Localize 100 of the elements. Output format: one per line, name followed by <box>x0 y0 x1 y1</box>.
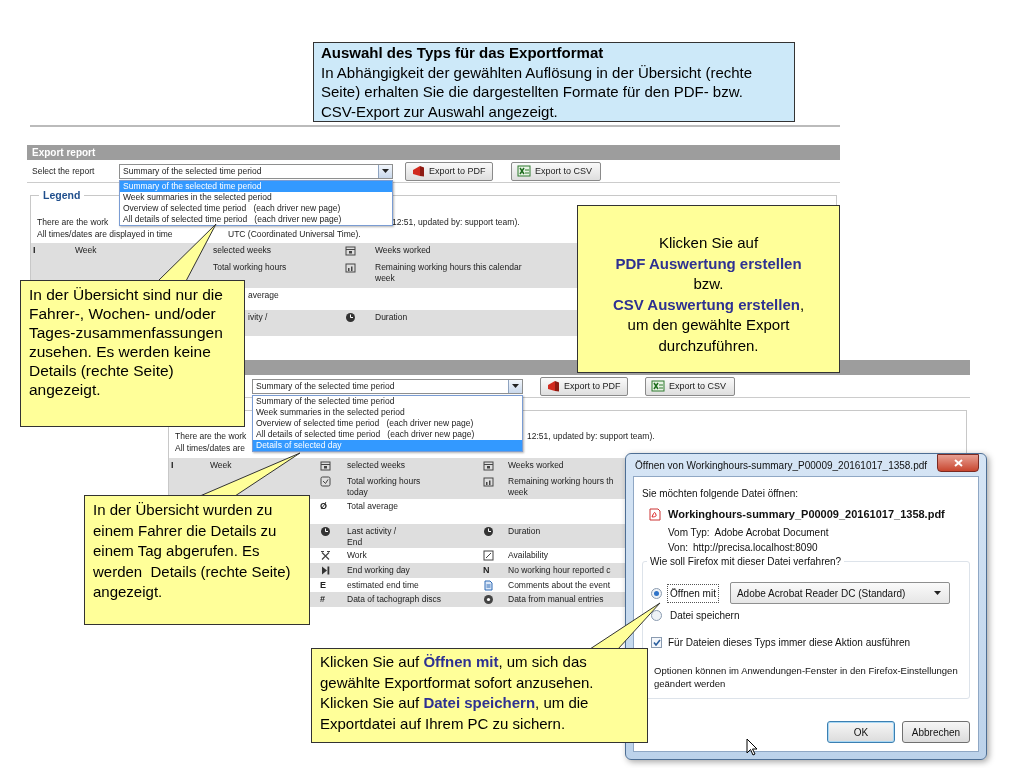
legend-label: Total working hours <box>213 262 287 272</box>
legend-label: Remaining working hours th week <box>508 476 614 497</box>
calendar-icon <box>320 460 331 471</box>
legend-label: Comments about the event <box>508 580 611 590</box>
bar-chart-icon <box>345 262 356 273</box>
callout-text: Klicken Sie auf PDF Auswertung erstellen bzw. CSV Auswertung erstellen, um den gewählte Export durchzuführen. <box>611 233 806 356</box>
callout-text: Klicken Sie auf Öffnen mit, um sich das gewählte Exportformat sofort anzusehen. Klicken Sie auf Datei speichern, um die Exportdatei auf Ihrem PC zu sichern. <box>320 652 595 734</box>
export-button[interactable]: Export to CSV <box>645 376 735 396</box>
crossed-tools-icon <box>320 550 331 561</box>
dropdown-option[interactable]: All details of selected time period (each driver new page) <box>120 214 392 225</box>
legend-label: Week <box>210 460 232 470</box>
info-text: UTC (Coordinated Universal Time). <box>228 229 361 239</box>
export-button[interactable]: Export to PDF <box>540 376 628 396</box>
checkbox-label[interactable]: Für Dateien dieses Typs immer diese Aktion ausführen <box>668 635 911 649</box>
skip-end-icon <box>320 565 331 576</box>
dropdown-option[interactable]: Week summaries in the selected period <box>120 192 392 203</box>
dropdown-arrow-icon <box>512 384 519 388</box>
dropdown-option[interactable]: Week summaries in the selected period <box>253 407 522 418</box>
document-icon <box>483 580 494 591</box>
checked-box-icon <box>320 476 331 487</box>
clock-icon <box>320 526 331 537</box>
legend-label: Data from manual entries <box>508 594 604 604</box>
note-text: In Abhängigkeit der gewählten Auflösung in der Übersicht (rechte Seite) erhalten Sie die dargestellten Formate für den PDF- bzw. CSV-Export zur Auswahl angezeigt. <box>321 62 754 121</box>
report-select[interactable]: Summary of the selected time period <box>252 378 523 394</box>
legend-symbol: I <box>171 460 174 471</box>
info-text: 12:51, updated by: support team). <box>527 431 655 441</box>
clock-icon <box>483 526 494 537</box>
hint-text: Optionen können im Anwendungen-Fenster in den Firefox-Einstellungen geändert werden <box>654 664 959 690</box>
dropdown-option[interactable]: Overview of selected time period (each driver new page) <box>253 418 522 429</box>
legend-label: Duration <box>508 526 541 536</box>
legend-symbol: E <box>320 580 326 591</box>
legend-symbol: # <box>320 594 325 605</box>
dropdown-option[interactable]: Summary of the selected time period <box>253 396 522 407</box>
note-title: Auswahl des Typs für das Exportformat <box>321 43 605 63</box>
export-button[interactable]: Export to PDF <box>405 161 493 181</box>
dropdown-option[interactable]: All details of selected time period (each driver new page) <box>253 429 522 440</box>
legend-label: Availability <box>508 550 548 560</box>
callout-text: In der Übersicht wurden zu einem Fahrer die Details zu einem Tag abgerufen. Es werden Details (rechte Seite) angezeigt. <box>93 500 292 602</box>
report-select[interactable]: Summary of the selected time period <box>119 163 393 179</box>
dropdown-option[interactable]: Overview of selected time period (each driver new page) <box>120 203 392 214</box>
radio-label[interactable]: Datei speichern <box>667 605 743 625</box>
field-value: http://precisa.localhost:8090 <box>693 541 818 554</box>
radio-label[interactable]: Öffnen mit <box>667 583 719 603</box>
bar-chart-icon <box>483 476 494 487</box>
application-select[interactable]: Adobe Acrobat Reader DC (Standard) <box>729 582 950 604</box>
legend-label: Total average <box>347 501 399 511</box>
pdf-icon <box>546 379 560 393</box>
spreadsheet-icon <box>651 379 665 393</box>
info-text: All times/dates are <box>175 443 245 453</box>
info-text: 12:51, updated by: support team). <box>392 217 520 227</box>
legend-label: Remaining working hours this calendar week <box>375 262 522 283</box>
legend-label: End working day <box>347 565 410 575</box>
legend-symbol: N <box>483 565 490 576</box>
field-label: Von: <box>668 541 689 554</box>
legend-label: Week <box>75 245 97 255</box>
pdf-file-icon <box>648 507 662 521</box>
legend-symbol: Ø <box>320 501 327 512</box>
info-text: All times/dates are displayed in time <box>37 229 173 239</box>
file-name: Workinghours-summary_P00009_20161017_1358.pdf <box>668 507 945 521</box>
dialog-title: Öffnen von Workinghours-summary_P00009_20161017_1358.pdf <box>635 458 928 472</box>
field-label: Select the report <box>32 165 95 176</box>
legend-label: No working hour reported c <box>508 565 611 575</box>
panel-title: Export report <box>32 147 96 158</box>
close-icon <box>953 459 963 467</box>
info-text: There are the work <box>37 217 109 227</box>
check-icon <box>652 638 661 646</box>
legend-label: Weeks worked <box>508 460 564 470</box>
dialog-prompt: Sie möchten folgende Datei öffnen: <box>642 487 800 500</box>
dropdown-arrow-icon <box>382 169 389 173</box>
dialog-button[interactable]: OK <box>827 721 895 743</box>
legend-label: Duration <box>375 312 408 322</box>
legend-label: estimated end time <box>347 580 419 590</box>
legend-label: Last activity / End <box>347 526 397 547</box>
radio-button[interactable] <box>651 587 662 599</box>
field-label: Vom Typ: <box>668 526 710 539</box>
legend-label: average <box>248 290 279 300</box>
field-value: Adobe Acrobat Document <box>714 526 829 539</box>
legend-label: selected weeks <box>213 245 272 255</box>
info-text: There are the work <box>175 431 247 441</box>
legend-label: Total working hours today <box>347 476 421 497</box>
group-title: Wie soll Firefox mit dieser Datei verfahren? <box>647 555 845 568</box>
spreadsheet-icon <box>517 164 531 178</box>
dialog-button[interactable]: Abbrechen <box>902 721 970 743</box>
export-button[interactable]: Export to CSV <box>511 161 601 181</box>
legend-label: Work <box>347 550 367 560</box>
legend-label: selected weeks <box>347 460 406 470</box>
legend-title: Legend <box>42 190 82 201</box>
clock-icon <box>345 312 356 323</box>
legend-label: Weeks worked <box>375 245 431 255</box>
dropdown-arrow-icon <box>933 591 941 595</box>
calendar-icon <box>483 460 494 471</box>
slashed-box-icon <box>483 550 494 561</box>
close-button[interactable] <box>937 454 979 472</box>
callout-text: In der Übersicht sind nur die Fahrer-, Wochen- und/oder Tages-zusammenfassungen zusehen. Es werden keine Details (rechte Seite) angezeigt. <box>29 285 224 399</box>
legend-symbol: I <box>33 245 36 256</box>
checkbox[interactable] <box>651 636 662 648</box>
legend-label: Data of tachograph discs <box>347 594 442 604</box>
pdf-icon <box>411 164 425 178</box>
calendar-icon <box>345 245 356 256</box>
legend-label: ivity / <box>248 312 268 322</box>
